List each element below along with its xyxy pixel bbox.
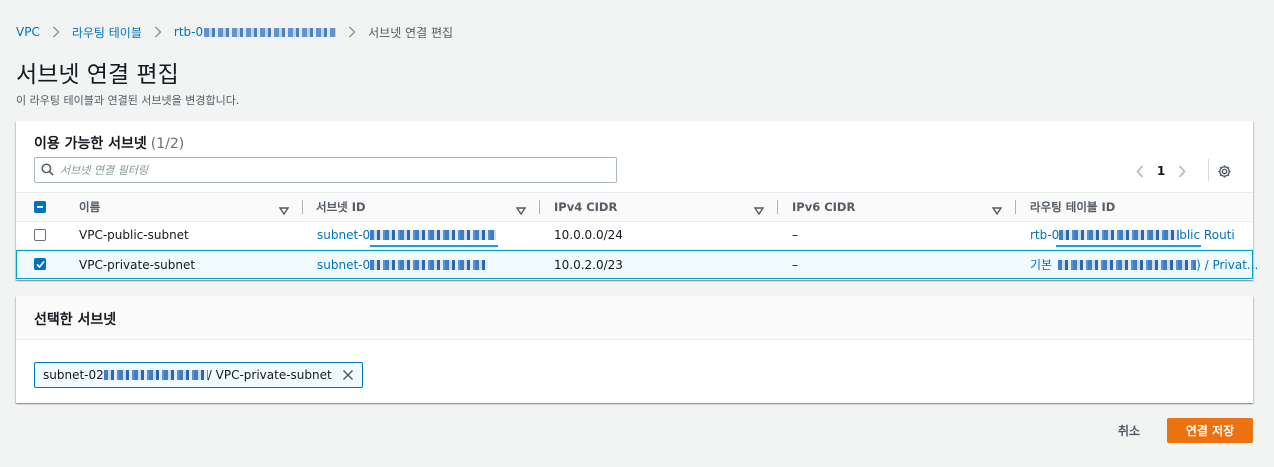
- link-underline: [1056, 245, 1201, 247]
- breadcrumb-current: 서브넷 연결 편집: [368, 25, 454, 40]
- token-prefix: subnet-02: [43, 368, 104, 382]
- chevron-right-icon: [154, 26, 162, 38]
- column-header-subnet-id[interactable]: 서브넷 ID: [316, 193, 366, 221]
- route-table-link[interactable]: 기본 ) / Privat...: [1030, 251, 1258, 278]
- pagination-divider: [1208, 159, 1209, 181]
- link-underline: [370, 245, 498, 247]
- selected-subnets-header: 선택한 서브넷: [16, 296, 1253, 340]
- subnet-id-link[interactable]: subnet-0: [317, 221, 497, 248]
- table-row-selected[interactable]: VPC-private-subnet subnet-0 10.0.2.0/23 …: [16, 250, 1258, 279]
- ipv6-cidr: –: [792, 257, 798, 272]
- route-table-id-text: rtb-0: [173, 25, 204, 39]
- subnet-filter-input[interactable]: [60, 163, 560, 177]
- subnet-name: VPC-public-subnet: [79, 227, 189, 242]
- route-table-prefix: 기본: [1030, 258, 1053, 272]
- selection-count: (1/2): [150, 136, 185, 152]
- previous-page-icon[interactable]: [1130, 161, 1150, 181]
- table-header: 이름 서브넷 ID IPv4 CIDR IPv6 CIDR 라우팅 테이블 ID: [16, 192, 1253, 222]
- column-divider: [539, 200, 540, 214]
- column-header-ipv6[interactable]: IPv6 CIDR: [792, 193, 855, 221]
- route-table-prefix: rtb-0: [1030, 227, 1060, 242]
- subnet-id-link[interactable]: subnet-0: [317, 251, 489, 278]
- row-checkbox[interactable]: [34, 229, 46, 241]
- redacted-id: [1059, 229, 1180, 240]
- available-subnets-panel: 이용 가능한 서브넷(1/2) 1 이름 서브넷 ID IPv4 CIDR I: [16, 121, 1258, 280]
- pagination: 1: [1130, 161, 1192, 181]
- selected-subnets-panel: 선택한 서브넷 subnet-02 / VPC-private-subnet: [16, 296, 1253, 403]
- sort-down-icon[interactable]: [515, 201, 527, 216]
- route-table-suffix: ) / Privat...: [1196, 257, 1259, 272]
- route-table-link[interactable]: rtb-0 blic Routi: [1030, 221, 1235, 248]
- redacted-id: [1058, 259, 1197, 270]
- ipv4-cidr: 10.0.2.0/23: [554, 257, 623, 272]
- ipv6-cidr: –: [792, 227, 798, 242]
- next-page-icon[interactable]: [1172, 161, 1192, 181]
- redacted-id: [103, 370, 208, 380]
- column-header-name[interactable]: 이름: [79, 193, 100, 221]
- ipv4-cidr: 10.0.0.0/24: [554, 227, 623, 242]
- select-all-checkbox[interactable]: [34, 201, 46, 213]
- search-icon: [41, 161, 54, 180]
- page-description: 이 라우팅 테이블과 연결된 서브넷을 변경합니다.: [16, 94, 240, 107]
- subnet-filter[interactable]: [34, 157, 617, 183]
- cancel-button[interactable]: 취소: [1106, 418, 1152, 442]
- column-divider: [1015, 200, 1016, 214]
- token-suffix: / VPC-private-subnet: [207, 368, 332, 382]
- breadcrumb: VPC 라우팅 테이블 rtb-0 서브넷 연결 편집: [16, 22, 453, 42]
- subnet-id-text: subnet-0: [317, 227, 371, 242]
- column-divider: [302, 200, 303, 214]
- save-associations-button[interactable]: 연결 저장: [1167, 418, 1253, 443]
- row-checkbox-checked[interactable]: [34, 258, 46, 270]
- page-number[interactable]: 1: [1150, 164, 1172, 178]
- table-row[interactable]: VPC-public-subnet subnet-0 10.0.0.0/24 –…: [16, 221, 1253, 250]
- redacted-id: [370, 259, 489, 270]
- route-table-suffix: blic Routi: [1179, 227, 1235, 242]
- column-divider: [777, 200, 778, 214]
- gear-icon[interactable]: [1214, 161, 1234, 181]
- panel-title-text: 이용 가능한 서브넷: [34, 136, 147, 152]
- sort-down-icon[interactable]: [991, 201, 1003, 216]
- redacted-id: [370, 229, 497, 240]
- sort-down-icon[interactable]: [278, 201, 290, 216]
- selected-subnet-token: subnet-02 / VPC-private-subnet: [34, 362, 363, 388]
- breadcrumb-route-tables-link[interactable]: 라우팅 테이블: [72, 24, 142, 41]
- column-header-route-table-id[interactable]: 라우팅 테이블 ID: [1030, 193, 1115, 221]
- breadcrumb-vpc-link[interactable]: VPC: [16, 25, 40, 39]
- redacted-id: [204, 28, 337, 37]
- chevron-right-icon: [52, 26, 60, 38]
- available-subnets-title: 이용 가능한 서브넷 (1/2): [34, 133, 184, 153]
- page-title: 서브넷 연결 편집: [16, 62, 179, 88]
- selected-subnets-title: 선택한 서브넷: [34, 312, 117, 328]
- sort-down-icon[interactable]: [753, 201, 765, 216]
- column-header-ipv4[interactable]: IPv4 CIDR: [554, 193, 617, 221]
- chevron-right-icon: [348, 26, 356, 38]
- breadcrumb-route-table-link[interactable]: rtb-0: [173, 25, 337, 39]
- subnet-name: VPC-private-subnet: [79, 257, 196, 272]
- close-icon[interactable]: [342, 369, 354, 381]
- subnet-id-text: subnet-0: [317, 257, 371, 272]
